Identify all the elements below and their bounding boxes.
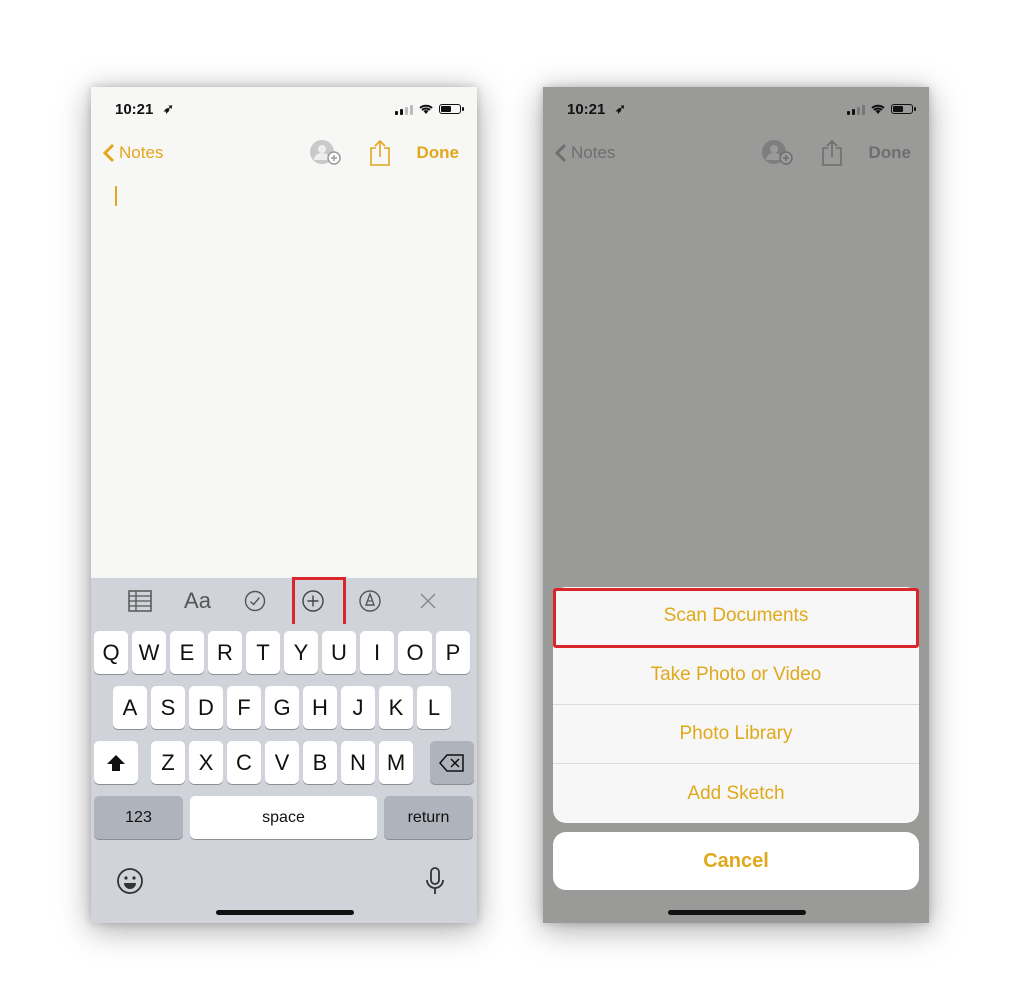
chevron-left-icon: [555, 143, 567, 163]
wifi-icon: [871, 104, 885, 114]
key-h[interactable]: H: [303, 686, 337, 729]
take-photo-option[interactable]: Take Photo or Video: [553, 646, 919, 705]
key-x[interactable]: X: [189, 741, 223, 784]
home-indicator[interactable]: [668, 910, 806, 915]
key-z[interactable]: Z: [151, 741, 185, 784]
markup-button[interactable]: [350, 584, 390, 618]
key-f[interactable]: F: [227, 686, 261, 729]
close-toolbar-button[interactable]: [408, 584, 448, 618]
notes-editor-screen: 10:21 ➶ Notes Done Aa Q W E R T Y U I O …: [91, 87, 477, 923]
return-key[interactable]: return: [384, 796, 473, 839]
key-o[interactable]: O: [398, 631, 432, 674]
key-r[interactable]: R: [208, 631, 242, 674]
battery-icon: [891, 104, 916, 114]
location-arrow-icon: ➶: [615, 101, 626, 116]
key-e[interactable]: E: [170, 631, 204, 674]
microphone-icon: [426, 867, 444, 894]
key-c[interactable]: C: [227, 741, 261, 784]
chevron-left-icon: [103, 143, 115, 163]
key-v[interactable]: V: [265, 741, 299, 784]
text-format-button[interactable]: Aa: [177, 584, 217, 618]
cellular-signal-icon: [395, 104, 413, 115]
done-button[interactable]: Done: [417, 143, 460, 163]
key-m[interactable]: M: [379, 741, 413, 784]
home-indicator[interactable]: [216, 910, 354, 915]
key-d[interactable]: D: [189, 686, 223, 729]
back-button[interactable]: Notes: [103, 143, 163, 163]
key-n[interactable]: N: [341, 741, 375, 784]
keyboard-row-1: Q W E R T Y U I O P: [91, 631, 477, 674]
share-icon[interactable]: [821, 139, 843, 167]
keyboard-row-4: 123 space return: [91, 796, 477, 839]
emoji-button[interactable]: [115, 866, 145, 901]
share-icon[interactable]: [369, 139, 391, 167]
key-y[interactable]: Y: [284, 631, 318, 674]
dictation-button[interactable]: [425, 866, 445, 901]
checkmark-circle-icon: [244, 590, 266, 612]
add-people-icon[interactable]: [309, 139, 343, 167]
table-icon: [128, 590, 152, 612]
highlight-box: [553, 588, 919, 648]
nav-bar: Notes Done: [543, 139, 929, 173]
key-i[interactable]: I: [360, 631, 394, 674]
emoji-icon: [117, 868, 143, 894]
key-l[interactable]: L: [417, 686, 451, 729]
text-format-label: Aa: [184, 588, 211, 613]
back-label: Notes: [571, 143, 616, 162]
done-button[interactable]: Done: [869, 143, 912, 163]
pen-circle-icon: [359, 590, 382, 612]
add-people-icon[interactable]: [761, 139, 795, 167]
space-key[interactable]: space: [190, 796, 377, 839]
status-time: 10:21: [115, 101, 154, 118]
add-sketch-option[interactable]: Add Sketch: [553, 764, 919, 823]
key-q[interactable]: Q: [94, 631, 128, 674]
nav-bar: Notes Done: [91, 139, 477, 173]
key-a[interactable]: A: [113, 686, 147, 729]
cancel-button[interactable]: Cancel: [553, 832, 919, 890]
battery-icon: [439, 104, 464, 114]
keyboard: Q W E R T Y U I O P A S D F G H J K L Z: [91, 624, 477, 923]
key-u[interactable]: U: [322, 631, 356, 674]
key-g[interactable]: G: [265, 686, 299, 729]
back-button[interactable]: Notes: [555, 143, 615, 163]
format-toolbar: Aa: [91, 578, 477, 624]
key-s[interactable]: S: [151, 686, 185, 729]
key-t[interactable]: T: [246, 631, 280, 674]
cellular-signal-icon: [847, 104, 865, 115]
key-w[interactable]: W: [132, 631, 166, 674]
numbers-key[interactable]: 123: [94, 796, 183, 839]
photo-library-option[interactable]: Photo Library: [553, 705, 919, 764]
shift-icon: [107, 754, 125, 771]
key-p[interactable]: P: [436, 631, 470, 674]
key-b[interactable]: B: [303, 741, 337, 784]
status-bar: 10:21 ➶: [115, 101, 464, 121]
close-icon: [420, 593, 436, 609]
wifi-icon: [419, 104, 433, 114]
checklist-button[interactable]: [235, 584, 275, 618]
keyboard-row-2: A S D F G H J K L: [91, 686, 477, 729]
status-bar: 10:21 ➶: [567, 101, 916, 121]
shift-key[interactable]: [94, 741, 138, 784]
attachment-sheet-screen: 10:21 ➶ Notes Done Scan Documents Take P…: [543, 87, 929, 923]
keyboard-row-3: Z X C V B N M: [91, 741, 477, 784]
status-time: 10:21: [567, 101, 606, 118]
key-j[interactable]: J: [341, 686, 375, 729]
backspace-icon: [439, 753, 464, 772]
key-k[interactable]: K: [379, 686, 413, 729]
location-arrow-icon: ➶: [163, 101, 174, 116]
delete-key[interactable]: [430, 741, 474, 784]
back-label: Notes: [119, 143, 164, 162]
table-button[interactable]: [120, 584, 160, 618]
text-cursor[interactable]: [115, 186, 117, 206]
highlight-box: [292, 577, 346, 627]
